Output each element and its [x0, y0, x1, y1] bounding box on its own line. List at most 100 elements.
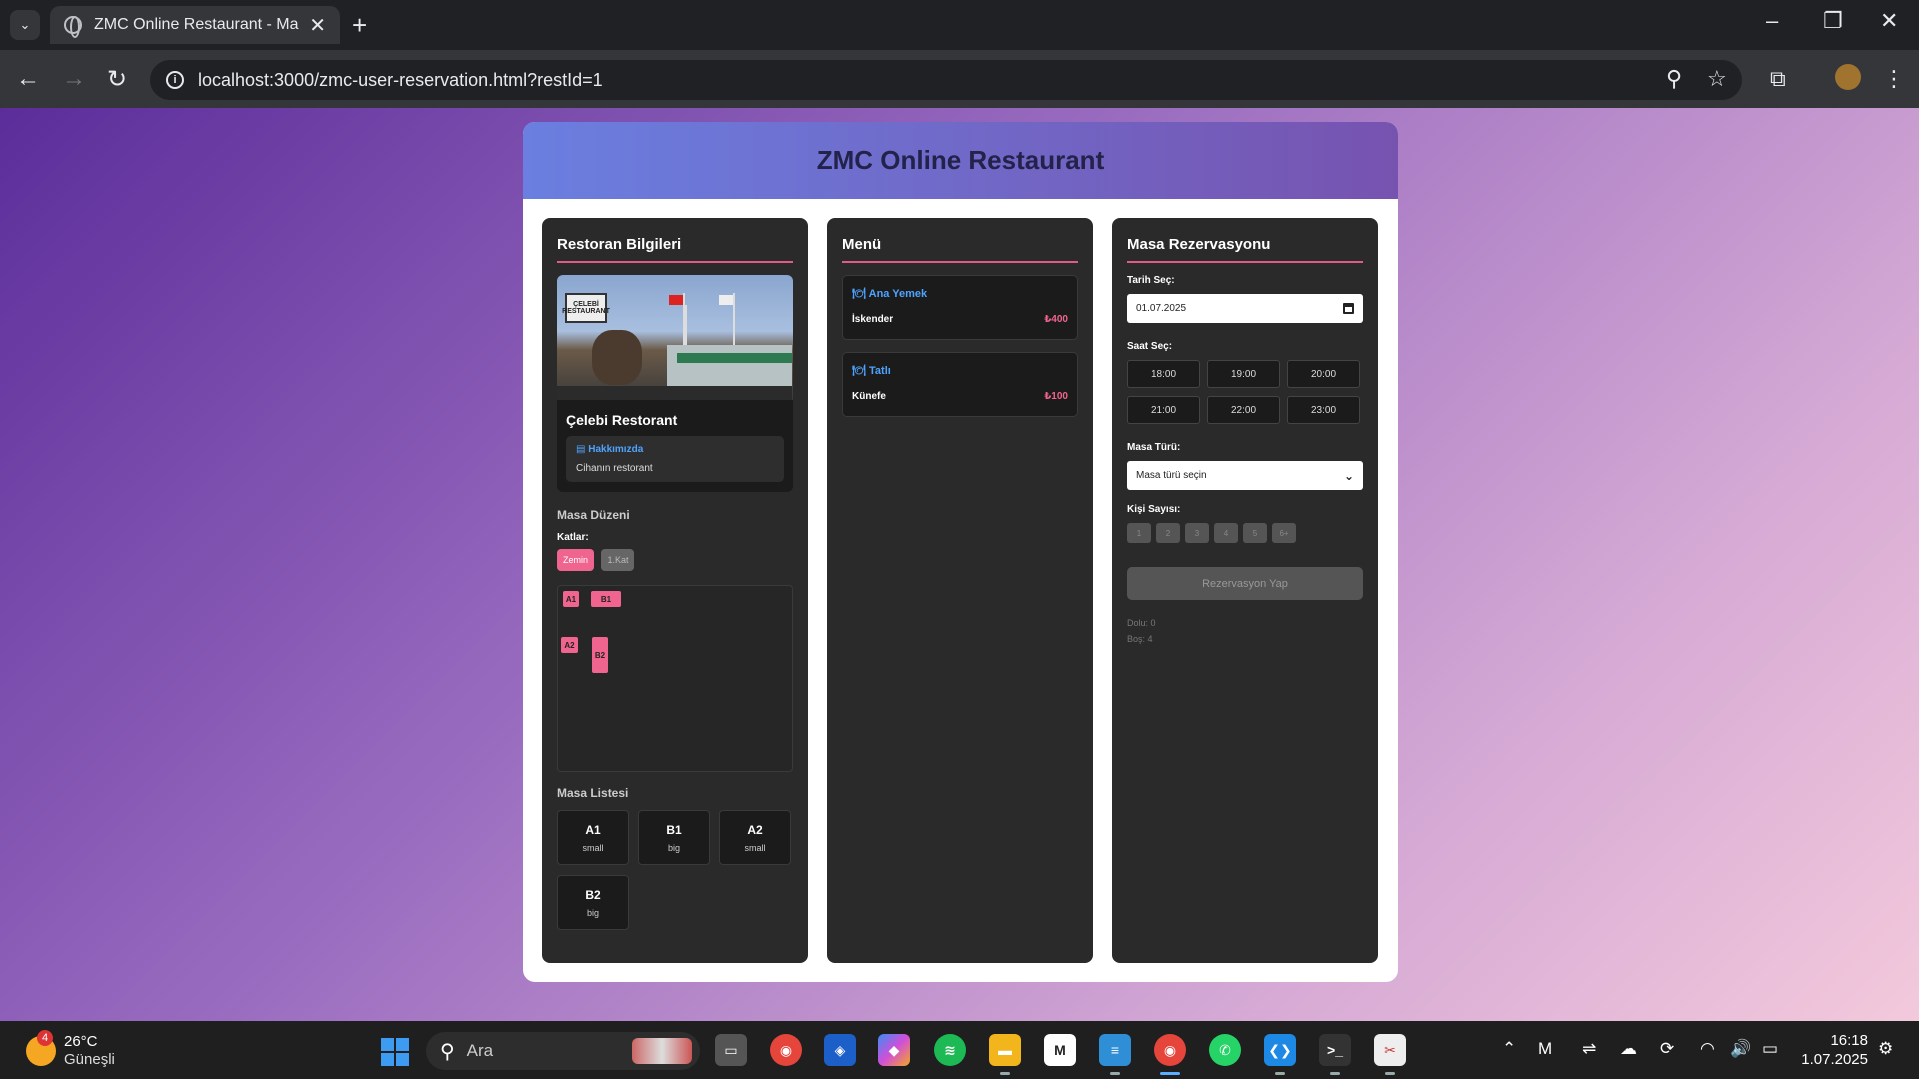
menu-category-card: 🍽 Ana Yemek İskender ₺400 — [842, 275, 1078, 340]
restaurant-name: Çelebi Restorant — [566, 412, 678, 428]
floors-label: Katlar: — [557, 532, 589, 543]
temperature: 26°C — [64, 1033, 98, 1050]
m-app-icon[interactable]: M — [1044, 1034, 1076, 1066]
taskbar-search[interactable]: ⚲ Ara — [426, 1032, 700, 1070]
chevron-down-icon: ⌄ — [1343, 468, 1354, 483]
terminal-icon[interactable]: >_ — [1319, 1034, 1351, 1066]
weather-widget[interactable]: 4 26°C Güneşli — [26, 1030, 115, 1069]
reload-icon[interactable]: ↻ — [107, 65, 127, 94]
layout-heading: Masa Düzeni — [557, 508, 630, 522]
restaurant-photo: ÇELEBİ RESTAURANT — [557, 275, 793, 400]
reservation-panel: Masa Rezervasyonu Tarih Seç: 01.07.2025 … — [1112, 218, 1378, 963]
notepad-icon[interactable]: ≡ — [1099, 1034, 1131, 1066]
reserve-button[interactable]: Rezervasyon Yap — [1127, 567, 1363, 600]
tab-search-chevron-icon[interactable]: ⌄ — [10, 10, 40, 40]
table-list-heading: Masa Listesi — [557, 786, 629, 800]
restaurant-panel: Restoran Bilgileri ÇELEBİ RESTAURANT Çel… — [542, 218, 808, 963]
floor-tab-1kat[interactable]: 1.Kat — [601, 549, 635, 571]
vscode-icon[interactable]: ❮❯ — [1264, 1034, 1296, 1066]
wifi-icon[interactable]: ◠ — [1700, 1039, 1715, 1059]
layout-table-b1[interactable]: B1 — [591, 591, 621, 607]
layout-table-a2[interactable]: A2 — [561, 637, 578, 653]
m-tray-icon[interactable]: M — [1538, 1039, 1552, 1059]
plate-icon: 🍽 — [852, 288, 866, 300]
sync-icon[interactable]: ⟳ — [1660, 1039, 1674, 1059]
extensions-puzzle-icon[interactable]: ⧉ — [1770, 66, 1786, 92]
menu-item: Künefe ₺100 — [852, 391, 1068, 402]
tab-close-icon[interactable]: ✕ — [309, 13, 326, 38]
back-arrow-icon[interactable]: ← — [16, 65, 40, 93]
window-close-icon[interactable]: ✕ — [1880, 8, 1898, 34]
menu-category-title: 🍽 Ana Yemek — [852, 288, 928, 300]
people-count-button[interactable]: 4 — [1214, 523, 1238, 543]
people-count-button[interactable]: 1 — [1127, 523, 1151, 543]
forward-arrow-icon[interactable]: → — [62, 65, 86, 93]
table-card-b1[interactable]: B1 big — [638, 810, 710, 865]
globe-icon — [64, 16, 82, 38]
table-type-label: Masa Türü: — [1127, 442, 1181, 453]
file-explorer-icon[interactable]: ▬ — [989, 1034, 1021, 1066]
snipping-tool-icon[interactable]: ✂ — [1374, 1034, 1406, 1066]
table-card-a2[interactable]: A2 small — [719, 810, 791, 865]
onedrive-cloud-icon[interactable]: ☁ — [1620, 1039, 1637, 1059]
time-slot-button[interactable]: 19:00 — [1207, 360, 1280, 388]
chrome-active-icon[interactable]: ◉ — [1154, 1034, 1186, 1066]
reservation-heading: Masa Rezervasyonu — [1127, 236, 1363, 263]
people-count-button[interactable]: 5 — [1243, 523, 1267, 543]
zoom-icon[interactable]: ⚲ — [1666, 66, 1682, 92]
copilot-icon[interactable]: ◆ — [878, 1034, 910, 1066]
people-count-button[interactable]: 2 — [1156, 523, 1180, 543]
show-hidden-icons-chevron-icon[interactable]: ⌃ — [1502, 1039, 1516, 1059]
menu-item-price: ₺400 — [1044, 314, 1068, 325]
bookmark-star-icon[interactable]: ☆ — [1707, 66, 1727, 92]
time-slot-button[interactable]: 20:00 — [1287, 360, 1360, 388]
floor-tab-zemin[interactable]: Zemin — [557, 549, 595, 571]
menu-item-name: İskender — [852, 314, 894, 325]
clock[interactable]: 16:18 1.07.2025 — [1800, 1031, 1868, 1069]
calendar-icon[interactable] — [1343, 303, 1354, 314]
time-slot-button[interactable]: 21:00 — [1127, 396, 1200, 424]
plate-icon: 🍽 — [852, 365, 866, 377]
task-view-icon[interactable]: ▭ — [715, 1034, 747, 1066]
people-count-button[interactable]: 3 — [1185, 523, 1209, 543]
more-menu-icon[interactable]: ⋮ — [1883, 66, 1905, 92]
browser-toolbar: ← → ↻ i localhost:3000/zmc-user-reservat… — [0, 50, 1919, 108]
url-text[interactable]: localhost:3000/zmc-user-reservation.html… — [198, 70, 603, 91]
store-icon[interactable]: ◈ — [824, 1034, 856, 1066]
layout-table-a1[interactable]: A1 — [563, 591, 579, 607]
settings-sliders-icon[interactable]: ⇌ — [1582, 1039, 1596, 1059]
minimize-icon[interactable]: – — [1766, 8, 1778, 34]
people-count-button[interactable]: 6+ — [1272, 523, 1296, 543]
restaurant-sign-logo: ÇELEBİ RESTAURANT — [562, 293, 610, 323]
date-picker-input[interactable]: 01.07.2025 — [1127, 294, 1363, 323]
site-info-icon[interactable]: i — [166, 71, 184, 89]
windows-start-icon[interactable] — [381, 1038, 409, 1066]
time-slot-button[interactable]: 22:00 — [1207, 396, 1280, 424]
new-tab-plus-icon[interactable]: + — [352, 10, 367, 41]
table-type-select[interactable]: Masa türü seçin ⌄ — [1127, 461, 1363, 490]
table-card-a1[interactable]: A1 small — [557, 810, 629, 865]
tab-title: ZMC Online Restaurant - Masa R — [94, 16, 299, 33]
address-bar[interactable]: i localhost:3000/zmc-user-reservation.ht… — [150, 60, 1742, 100]
profile-avatar[interactable] — [1835, 64, 1861, 90]
notifications-gear-icon[interactable]: ⚙ — [1878, 1039, 1893, 1059]
app-title: ZMC Online Restaurant — [816, 145, 1105, 175]
taskbar: 4 26°C Güneşli ⚲ Ara ▭ ◉ ◈ ◆ ≋ ▬ M ≡ ◉ ✆… — [0, 1021, 1919, 1079]
layout-table-b2[interactable]: B2 — [592, 637, 608, 673]
clock-date: 1.07.2025 — [1801, 1051, 1868, 1068]
browser-tab-bar: ⌄ ZMC Online Restaurant - Masa R ✕ + – ❐… — [0, 0, 1919, 50]
people-label: Kişi Sayısı: — [1127, 504, 1181, 515]
weather-badge: 4 — [37, 1030, 53, 1046]
volume-icon[interactable]: 🔊 — [1730, 1039, 1751, 1059]
browser-tab[interactable]: ZMC Online Restaurant - Masa R ✕ — [50, 6, 340, 44]
time-slot-button[interactable]: 18:00 — [1127, 360, 1200, 388]
battery-icon[interactable]: ▭ — [1762, 1039, 1778, 1059]
page-background: ZMC Online Restaurant Restoran Bilgileri… — [0, 108, 1919, 1021]
chrome-icon[interactable]: ◉ — [770, 1034, 802, 1066]
table-card-b2[interactable]: B2 big — [557, 875, 629, 930]
time-slot-button[interactable]: 23:00 — [1287, 396, 1360, 424]
search-icon: ⚲ — [440, 1040, 455, 1063]
restore-icon[interactable]: ❐ — [1823, 8, 1843, 34]
whatsapp-icon[interactable]: ✆ — [1209, 1034, 1241, 1066]
spotify-icon[interactable]: ≋ — [934, 1034, 966, 1066]
